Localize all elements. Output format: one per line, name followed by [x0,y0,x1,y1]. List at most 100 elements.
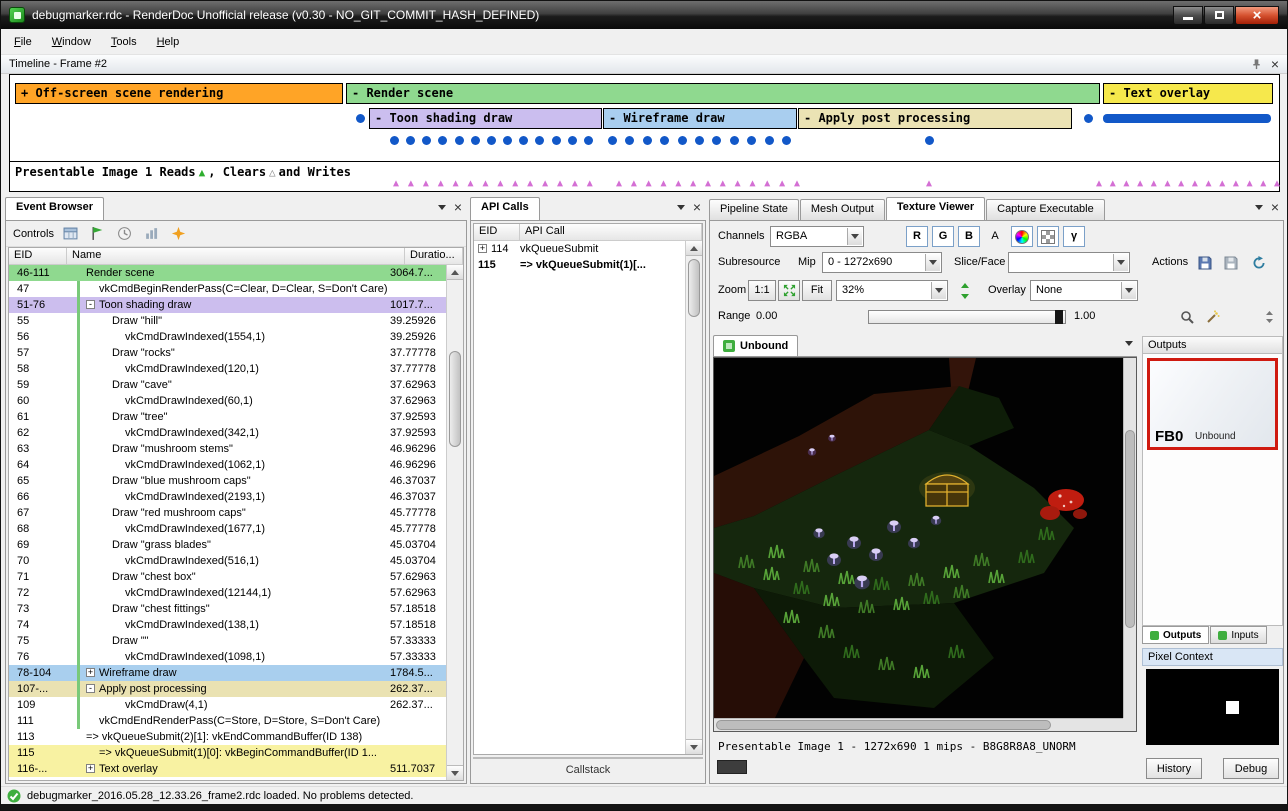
tree-toggle-icon[interactable]: - [86,684,95,693]
mip-dropdown[interactable]: 0 - 1272x690 [822,252,942,273]
tab-mesh-output[interactable]: Mesh Output [800,199,885,220]
autofit-range-button[interactable] [1202,307,1224,327]
pin-icon[interactable] [1251,58,1262,70]
channel-g-button[interactable]: G [932,226,954,247]
zoom-dropdown[interactable]: 32% [836,280,948,301]
event-row[interactable]: 47vkCmdBeginRenderPass(C=Clear, D=Clear,… [9,281,446,297]
timeline-block-apply-post-processing[interactable]: - Apply post processing [798,108,1072,129]
event-row[interactable]: 56vkCmdDrawIndexed(1554,1)39.25926 [9,329,446,345]
event-row[interactable]: 70vkCmdDrawIndexed(516,1)45.03704 [9,553,446,569]
panel-close-icon[interactable] [1271,200,1279,215]
tab-event-browser[interactable]: Event Browser [5,197,104,220]
debug-button[interactable]: Debug [1223,758,1279,779]
timeline-block-toon-shading-draw[interactable]: - Toon shading draw [369,108,602,129]
tab-pipeline-state[interactable]: Pipeline State [709,199,799,220]
draw-marker-group[interactable] [925,136,934,145]
event-row[interactable]: 71Draw "chest box"57.62963 [9,569,446,585]
eid-column-header[interactable]: EID [474,224,520,240]
minimize-button[interactable] [1173,6,1203,25]
event-browser-scrollbar[interactable] [446,265,463,780]
channels-dropdown[interactable]: RGBA [770,226,864,247]
event-row[interactable]: 46-111Render scene3064.7... [9,265,446,281]
tab-inputs[interactable]: Inputs [1210,626,1266,644]
fb0-thumbnail[interactable]: FB0 Unbound [1147,358,1278,450]
event-row[interactable]: 107-...-Apply post processing262.37... [9,681,446,697]
tab-api-calls[interactable]: API Calls [470,197,540,220]
export-texture-button[interactable] [1220,253,1242,273]
event-row[interactable]: 66vkCmdDrawIndexed(2193,1)46.37037 [9,489,446,505]
event-row[interactable]: 60vkCmdDrawIndexed(60,1)37.62963 [9,393,446,409]
event-row[interactable]: 67Draw "red mushroom caps"45.77778 [9,505,446,521]
api-call-row[interactable]: 115=> vkQueueSubmit(1)[... [474,257,685,273]
scroll-thumb[interactable] [1125,430,1135,628]
flip-y-button[interactable] [954,281,976,301]
api-call-column-header[interactable]: API Call [520,224,702,240]
scroll-down-icon[interactable] [686,739,702,754]
maximize-button[interactable] [1204,6,1234,25]
panel-menu-icon[interactable] [677,205,685,214]
range-slider[interactable] [868,310,1066,324]
panel-close-icon[interactable] [454,200,462,215]
panel-menu-icon[interactable] [438,205,446,214]
timeline-block-off-screen-scene-rendering[interactable]: + Off-screen scene rendering [15,83,343,104]
draw-marker-dot[interactable] [356,114,365,123]
write-marker-group[interactable]: ▲ [926,179,938,189]
event-row[interactable]: 55Draw "hill"39.25926 [9,313,446,329]
timeline-block-render-scene[interactable]: - Render scene [346,83,1100,104]
texture-tab-unbound[interactable]: Unbound [713,335,798,356]
texture-preview[interactable] [713,357,1137,732]
save-texture-button[interactable] [1194,253,1216,273]
event-row[interactable]: 72vkCmdDrawIndexed(12144,1)57.62963 [9,585,446,601]
event-row[interactable]: 57Draw "rocks"37.77778 [9,345,446,361]
event-row[interactable]: 51-76-Toon shading draw1017.7... [9,297,446,313]
api-call-row[interactable]: +114vkQueueSubmit [474,241,685,257]
range-slider-thumb[interactable] [1055,310,1063,324]
pixel-context-view[interactable] [1146,669,1279,745]
draw-marker-dot[interactable] [1084,114,1093,123]
jump-to-event-button[interactable] [88,224,108,244]
eid-column-header[interactable]: EID [9,248,67,264]
texture-list-dropdown-icon[interactable] [1125,341,1133,350]
texture-vertical-scrollbar[interactable] [1123,358,1136,718]
event-row[interactable]: 58vkCmdDrawIndexed(120,1)37.77778 [9,361,446,377]
write-marker-group[interactable]: ▲▲▲▲▲▲▲▲▲▲▲▲▲▲ [1096,179,1280,189]
tree-toggle-icon[interactable]: + [478,244,487,253]
timeline-close-icon[interactable] [1271,57,1279,72]
colorwheel-button[interactable] [1011,226,1033,247]
panel-menu-icon[interactable] [1255,205,1263,214]
event-row[interactable]: 76vkCmdDrawIndexed(1098,1)57.33333 [9,649,446,665]
draw-marker-group[interactable] [390,136,593,145]
name-column-header[interactable]: Name [67,248,405,264]
tree-toggle-icon[interactable]: + [86,668,95,677]
duration-column-header[interactable]: Duratio... [405,248,463,264]
texture-horizontal-scrollbar[interactable] [714,718,1123,731]
menu-file[interactable]: File [4,31,42,53]
panel-close-icon[interactable] [693,200,701,215]
tab-texture-viewer[interactable]: Texture Viewer [886,197,985,220]
write-marker-group[interactable]: ▲▲▲▲▲▲▲▲▲▲▲▲▲▲ [393,179,593,189]
event-row[interactable]: 63Draw "mushroom stems"46.96296 [9,441,446,457]
event-row[interactable]: 111vkCmdEndRenderPass(C=Store, D=Store, … [9,713,446,729]
event-table-header[interactable]: EID Name Duratio... [9,248,463,265]
overlay-dropdown[interactable]: None [1030,280,1138,301]
callstack-section[interactable]: Callstack [473,757,703,781]
event-row[interactable]: 64vkCmdDrawIndexed(1062,1)46.96296 [9,457,446,473]
tab-capture-executable[interactable]: Capture Executable [986,199,1105,220]
close-button[interactable] [1235,6,1279,25]
tree-toggle-icon[interactable]: - [86,300,95,309]
scroll-thumb[interactable] [688,259,700,317]
menu-tools[interactable]: Tools [101,31,147,53]
time-draws-button[interactable] [115,224,135,244]
fit-window-button[interactable] [778,280,800,301]
menu-help[interactable]: Help [147,31,190,53]
history-button[interactable]: History [1146,758,1202,779]
event-row[interactable]: 69Draw "grass blades"45.03704 [9,537,446,553]
text-overlay-draws-bar[interactable] [1103,114,1271,123]
event-row[interactable]: 115=> vkQueueSubmit(1)[0]: vkBeginComman… [9,745,446,761]
stats-button[interactable] [142,224,162,244]
menu-window[interactable]: Window [42,31,101,53]
event-row[interactable]: 65Draw "blue mushroom caps"46.37037 [9,473,446,489]
event-row[interactable]: 116-...+Text overlay511.7037 [9,761,446,777]
timeline-controls-button[interactable] [61,224,81,244]
event-row[interactable]: 61Draw "tree"37.92593 [9,409,446,425]
